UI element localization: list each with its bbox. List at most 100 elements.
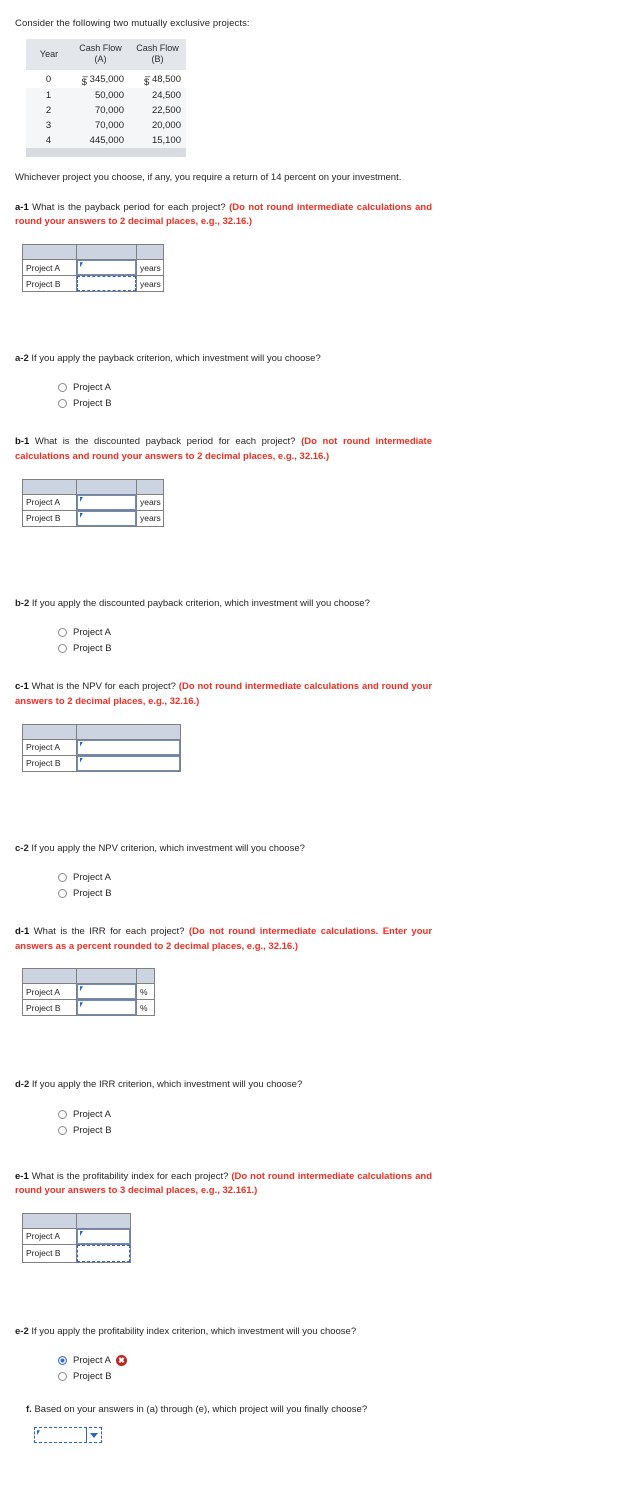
a1-project-a-input[interactable] — [77, 260, 136, 276]
question-e1: e-1 What is the profitability index for … — [15, 1170, 432, 1199]
unit-years: years — [136, 509, 164, 527]
input-cell-e1-project-a[interactable] — [76, 1227, 131, 1245]
radio-option-d2-project-a[interactable]: Project A — [58, 1109, 610, 1120]
answer-table-e1: Project A Project B — [22, 1212, 131, 1263]
cell-year: 2 — [26, 102, 72, 118]
radio-icon[interactable] — [58, 1125, 67, 1135]
input-cell-b1-project-a[interactable] — [76, 493, 137, 511]
cell-year: 0 — [26, 69, 72, 88]
header-blank-value — [76, 244, 137, 261]
row-label-project-b: Project B — [22, 1243, 77, 1263]
question-b1-text: What is the discounted payback period fo… — [34, 436, 296, 448]
answer-table-header — [22, 478, 164, 495]
input-cell-b1-project-b[interactable] — [76, 509, 137, 527]
input-cell-c1-project-a[interactable] — [76, 738, 181, 756]
radio-icon[interactable] — [58, 1109, 67, 1119]
c1-project-a-input[interactable] — [77, 739, 180, 755]
header-blank-value — [76, 723, 181, 740]
input-cell-a1-project-a[interactable] — [76, 259, 137, 277]
text-caret-icon — [80, 986, 83, 992]
table-footer-bar — [26, 147, 186, 157]
radio-group-d2: Project A Project B — [58, 1109, 610, 1136]
text-caret-icon — [80, 741, 83, 747]
input-cell-e1-project-b[interactable] — [76, 1243, 131, 1263]
question-c1-label: c-1 — [15, 681, 29, 693]
c1-project-b-input[interactable] — [77, 755, 180, 771]
question-b2-text: If you apply the discounted payback crit… — [31, 597, 370, 609]
question-e2-label: e-2 — [15, 1325, 29, 1337]
radio-option-a2-project-b[interactable]: Project B — [58, 398, 610, 409]
radio-icon[interactable] — [58, 383, 67, 393]
radio-label: Project B — [73, 1124, 112, 1136]
chevron-down-icon[interactable] — [86, 1428, 101, 1443]
input-cell-d1-project-b[interactable] — [76, 999, 137, 1017]
header-blank-value — [76, 478, 137, 495]
radio-label: Project B — [73, 643, 112, 655]
row-label-project-a: Project A — [22, 983, 77, 1001]
answer-table-d1-wrap: Project A % Project B % — [22, 968, 610, 1017]
unit-years: years — [136, 259, 164, 277]
cell-cash-flow-a: – $ 345,000 — [72, 69, 129, 88]
radio-icon[interactable] — [58, 1372, 67, 1382]
radio-label: Project B — [73, 887, 112, 899]
b1-project-b-input[interactable] — [77, 510, 136, 526]
radio-label: Project B — [73, 398, 112, 410]
radio-option-e2-project-a[interactable]: Project A ✖ — [58, 1355, 610, 1367]
final-choice-select[interactable] — [34, 1427, 102, 1444]
radio-group-e2: Project A ✖ Project B — [58, 1355, 610, 1382]
d1-project-b-input[interactable] — [77, 1000, 136, 1016]
question-d2: d-2 If you apply the IRR criterion, whic… — [15, 1078, 610, 1092]
question-a2-text: If you apply the payback criterion, whic… — [31, 353, 321, 365]
column-header-cash-flow-a: Cash Flow (A) — [72, 39, 129, 70]
radio-label: Project A — [73, 1355, 112, 1367]
cell-cash-flow-a: 70,000 — [72, 117, 129, 133]
answer-table-a1: Project A years Project B years — [22, 244, 164, 293]
question-d1-text: What is the IRR for each project? — [33, 925, 185, 937]
e1-project-a-input[interactable] — [77, 1228, 130, 1244]
header-blank-unit — [136, 478, 164, 495]
radio-icon[interactable] — [58, 888, 67, 898]
unit-years: years — [136, 493, 164, 511]
row-label-project-a: Project A — [22, 493, 77, 511]
cell-cash-flow-b: 22,500 — [129, 102, 186, 118]
radio-icon[interactable] — [58, 872, 67, 882]
e1-project-b-input[interactable] — [77, 1244, 130, 1262]
answer-table-d1: Project A % Project B % — [22, 968, 155, 1017]
radio-label: Project B — [73, 1371, 112, 1383]
radio-icon[interactable] — [58, 399, 67, 409]
radio-option-b2-project-b[interactable]: Project B — [58, 643, 610, 654]
text-caret-icon — [80, 496, 83, 502]
radio-option-e2-project-b[interactable]: Project B — [58, 1371, 610, 1382]
question-e2: e-2 If you apply the profitability index… — [15, 1325, 610, 1339]
radio-label: Project A — [73, 627, 112, 639]
radio-option-c2-project-a[interactable]: Project A — [58, 872, 610, 883]
row-label-project-b: Project B — [22, 509, 77, 527]
question-b2: b-2 If you apply the discounted payback … — [15, 597, 610, 611]
question-a2: a-2 If you apply the payback criterion, … — [15, 352, 610, 366]
input-cell-d1-project-a[interactable] — [76, 983, 137, 1001]
input-cell-c1-project-b[interactable] — [76, 754, 181, 772]
d1-project-a-input[interactable] — [77, 984, 136, 1000]
column-header-year: Year — [26, 39, 72, 70]
table-row: 4 445,000 15,100 — [26, 132, 186, 148]
text-caret-icon — [80, 757, 83, 763]
column-header-cash-flow-b: Cash Flow (B) — [129, 39, 186, 70]
unit-percent: % — [136, 999, 155, 1017]
table-row: Project A years — [22, 259, 164, 277]
radio-option-a2-project-a[interactable]: Project A — [58, 382, 610, 393]
header-blank-unit — [136, 244, 164, 261]
currency-symbol: $ — [143, 76, 150, 88]
b1-project-a-input[interactable] — [77, 494, 136, 510]
question-e1-label: e-1 — [15, 1170, 29, 1182]
radio-option-b2-project-a[interactable]: Project A — [58, 627, 610, 638]
radio-option-c2-project-b[interactable]: Project B — [58, 888, 610, 899]
a1-project-b-input[interactable] — [77, 276, 136, 292]
radio-option-d2-project-b[interactable]: Project B — [58, 1125, 610, 1136]
radio-label: Project A — [73, 382, 112, 394]
radio-icon[interactable] — [58, 628, 67, 638]
header-blank-unit — [136, 968, 155, 985]
radio-icon[interactable] — [58, 1356, 67, 1366]
final-choice-value — [35, 1428, 86, 1442]
radio-icon[interactable] — [58, 644, 67, 654]
input-cell-a1-project-b[interactable] — [76, 275, 137, 293]
